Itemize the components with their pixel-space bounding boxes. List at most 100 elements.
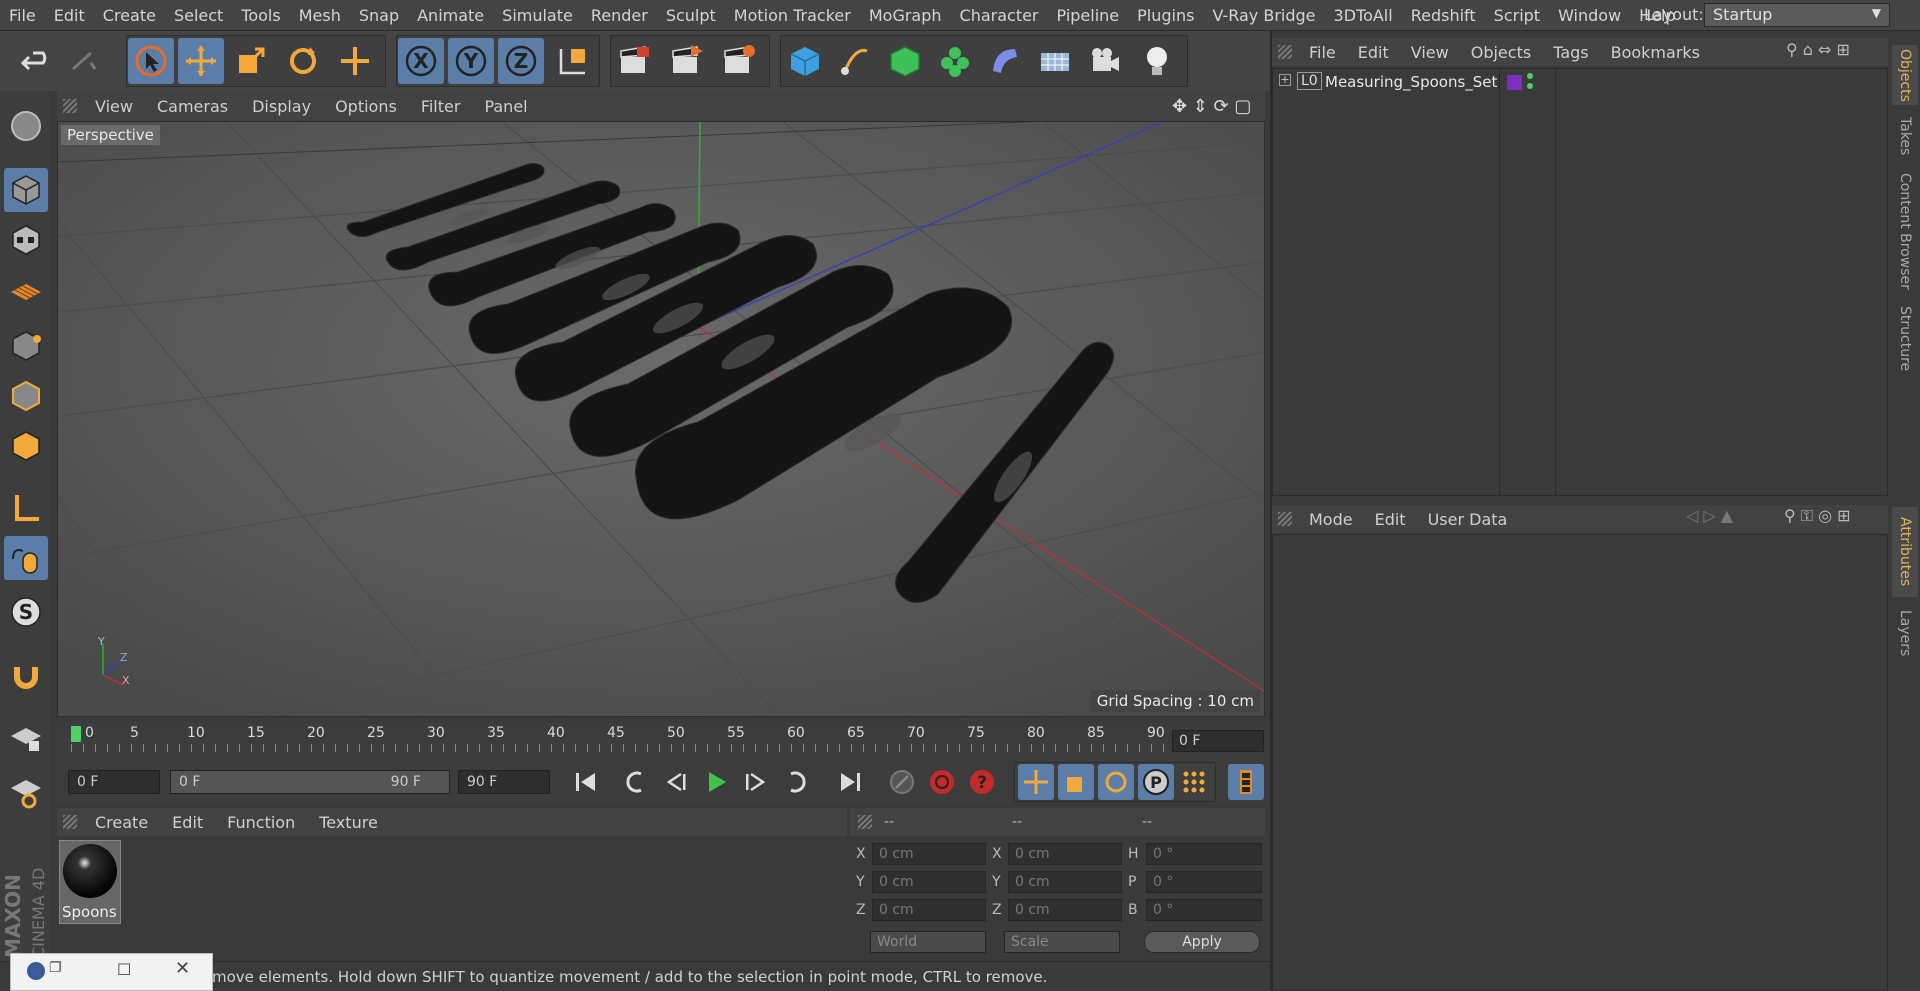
menu-select[interactable]: Select <box>165 6 232 25</box>
model-mode-button[interactable] <box>4 168 48 212</box>
key-scale-button[interactable] <box>1058 764 1094 800</box>
scale-tool-button[interactable] <box>228 38 274 84</box>
floor-button[interactable] <box>1032 38 1078 84</box>
viewport-menu-panel[interactable]: Panel <box>472 97 539 116</box>
coordinate-mode-select[interactable]: World <box>870 931 986 953</box>
cube-button[interactable] <box>782 38 828 84</box>
next-key-button[interactable] <box>778 764 814 800</box>
menu-snap[interactable]: Snap <box>350 6 408 25</box>
key-rotation-button[interactable] <box>1098 764 1134 800</box>
deformer-button[interactable] <box>982 38 1028 84</box>
viewport-menu-display[interactable]: Display <box>240 97 323 116</box>
start-frame-field[interactable]: 0 F <box>68 770 160 794</box>
current-frame-field[interactable]: 0 F <box>1172 730 1264 752</box>
light-button[interactable] <box>1134 38 1180 84</box>
object-menu-bookmarks[interactable]: Bookmarks <box>1600 43 1711 62</box>
tab-content-browser[interactable]: Content Browser <box>1892 171 1918 291</box>
frame-range-slider[interactable]: 0 F 90 F <box>170 770 450 794</box>
menu-simulate[interactable]: Simulate <box>493 6 582 25</box>
z-axis-button[interactable]: Z <box>498 38 544 84</box>
size-y-field[interactable]: 0 cm <box>1008 871 1122 893</box>
material-menu-function[interactable]: Function <box>215 813 307 832</box>
editor-visibility-dot[interactable] <box>1527 73 1533 79</box>
axis-mode-button[interactable] <box>4 486 48 530</box>
edges-mode-button[interactable] <box>4 374 48 418</box>
attributes-menu-user-data[interactable]: User Data <box>1417 510 1519 529</box>
minimized-window-bar[interactable]: ❐ ☐ ✕ <box>10 953 213 991</box>
material-menu-texture[interactable]: Texture <box>307 813 390 832</box>
magnet-button[interactable] <box>4 654 48 698</box>
material-swatch[interactable]: Spoons <box>59 840 121 924</box>
playhead-marker[interactable] <box>71 726 81 742</box>
render-settings-button[interactable] <box>716 38 762 84</box>
pos-z-field[interactable]: 0 cm <box>872 899 986 921</box>
viewport-nav-icons[interactable]: ✥ ⇕ ⟳ ▢ <box>1172 96 1251 117</box>
end-frame-field[interactable]: 90 F <box>458 770 550 794</box>
expand-icon[interactable]: + <box>1279 74 1291 86</box>
y-axis-button[interactable]: Y <box>448 38 494 84</box>
material-menu-edit[interactable]: Edit <box>160 813 215 832</box>
keyframe-selection-button[interactable]: ? <box>964 764 1000 800</box>
menu-animate[interactable]: Animate <box>408 6 493 25</box>
object-menu-edit[interactable]: Edit <box>1347 43 1400 62</box>
locked-workplane-button[interactable] <box>4 716 48 760</box>
move-tool-button[interactable] <box>178 38 224 84</box>
object-manager-tools-icons[interactable]: ⚲ ⌂ ⇔ ⊞ <box>1786 40 1850 59</box>
rotate-tool-button[interactable] <box>280 38 326 84</box>
object-menu-tags[interactable]: Tags <box>1542 43 1599 62</box>
undo-button[interactable] <box>14 38 60 84</box>
menu-create[interactable]: Create <box>94 6 165 25</box>
make-editable-button[interactable] <box>4 104 48 148</box>
menu-mesh[interactable]: Mesh <box>290 6 350 25</box>
camera-label[interactable]: Perspective <box>61 125 160 145</box>
render-view-button[interactable] <box>612 38 658 84</box>
render-picture-viewer-button[interactable] <box>664 38 710 84</box>
play-button[interactable] <box>698 764 734 800</box>
menu-motion-tracker[interactable]: Motion Tracker <box>725 6 860 25</box>
tab-attributes[interactable]: Attributes <box>1892 507 1918 597</box>
tab-structure[interactable]: Structure <box>1892 301 1918 377</box>
menu-sculpt[interactable]: Sculpt <box>657 6 725 25</box>
autokey-button[interactable] <box>924 764 960 800</box>
menu-3dtoall[interactable]: 3DToAll <box>1325 6 1402 25</box>
record-keys-disabled-button[interactable] <box>884 764 920 800</box>
viewport-menu-options[interactable]: Options <box>323 97 409 116</box>
select-tool-button[interactable] <box>128 38 174 84</box>
pos-x-field[interactable]: 0 cm <box>872 843 986 865</box>
attributes-menu-edit[interactable]: Edit <box>1364 510 1417 529</box>
scale-mode-select[interactable]: Scale <box>1004 931 1120 953</box>
pen-button[interactable] <box>832 38 878 84</box>
go-to-start-button[interactable] <box>568 764 604 800</box>
tab-takes[interactable]: Takes <box>1892 111 1918 161</box>
menu-redshift[interactable]: Redshift <box>1402 6 1485 25</box>
rot-h-field[interactable]: 0 ° <box>1146 843 1262 865</box>
close-icon[interactable]: ✕ <box>175 958 190 979</box>
snap-button[interactable]: S <box>4 590 48 634</box>
redo-button[interactable] <box>60 38 106 84</box>
restore-icon[interactable]: ❐ <box>49 960 62 976</box>
apply-button[interactable]: Apply <box>1144 931 1260 953</box>
menu-mograph[interactable]: MoGraph <box>860 6 951 25</box>
workplane-button[interactable] <box>4 270 48 314</box>
rot-p-field[interactable]: 0 ° <box>1146 871 1262 893</box>
size-z-field[interactable]: 0 cm <box>1008 899 1122 921</box>
subdivision-button[interactable] <box>882 38 928 84</box>
coordinate-system-button[interactable] <box>550 38 596 84</box>
previous-frame-button[interactable] <box>658 764 694 800</box>
tab-layers[interactable]: Layers <box>1892 603 1918 663</box>
menu-plugins[interactable]: Plugins <box>1128 6 1203 25</box>
go-to-end-button[interactable] <box>832 764 868 800</box>
menu-vray-bridge[interactable]: V-Ray Bridge <box>1203 6 1324 25</box>
object-menu-file[interactable]: File <box>1298 43 1347 62</box>
viewport-menu-filter[interactable]: Filter <box>409 97 473 116</box>
menu-character[interactable]: Character <box>951 6 1048 25</box>
camera-button[interactable] <box>1082 38 1128 84</box>
layout-select[interactable]: Startup ▼ <box>1704 3 1890 27</box>
timeline[interactable]: 0 5 10 15 20 25 30 35 40 45 50 55 60 65 … <box>57 722 1265 758</box>
texture-mode-button[interactable] <box>4 218 48 262</box>
next-frame-button[interactable] <box>738 764 774 800</box>
key-parameter-button[interactable]: P <box>1138 764 1174 800</box>
material-menu-create[interactable]: Create <box>83 813 160 832</box>
polygons-mode-button[interactable] <box>4 424 48 468</box>
menu-pipeline[interactable]: Pipeline <box>1048 6 1129 25</box>
